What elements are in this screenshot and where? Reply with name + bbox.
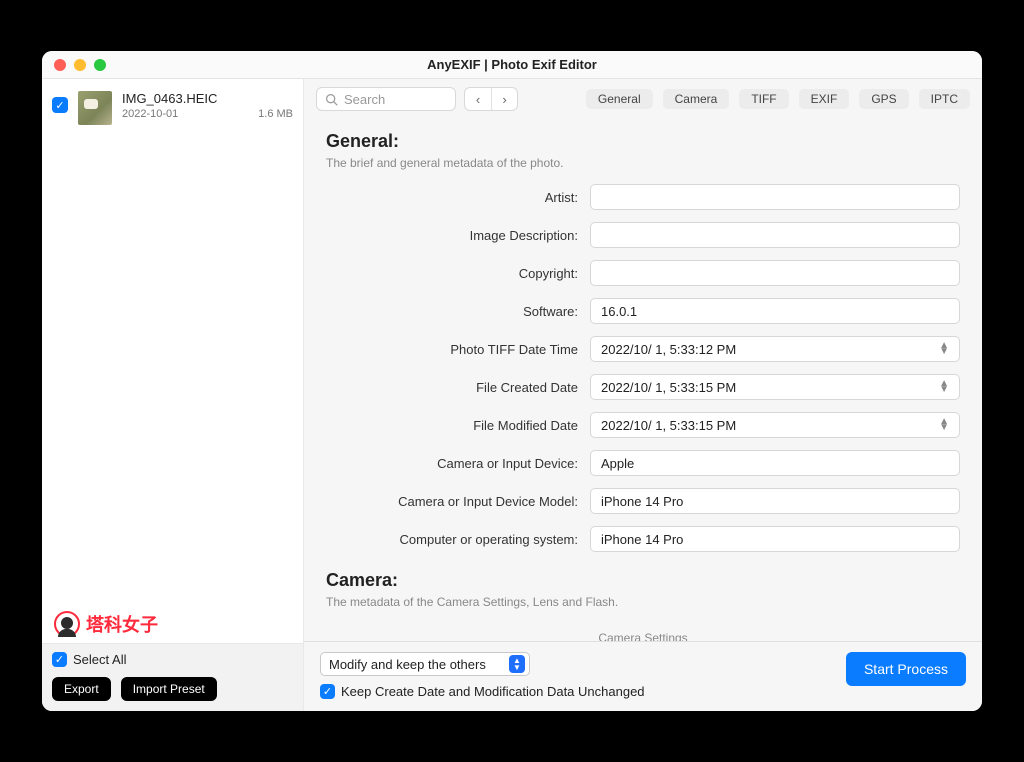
label-software: Software:: [326, 304, 578, 319]
file-thumbnail: [78, 91, 112, 125]
close-button[interactable]: [54, 59, 66, 71]
label-artist: Artist:: [326, 190, 578, 205]
minimize-button[interactable]: [74, 59, 86, 71]
nav-next-button[interactable]: ›: [491, 88, 517, 110]
camera-desc: The metadata of the Camera Settings, Len…: [326, 595, 960, 609]
input-camera-device[interactable]: Apple: [590, 450, 960, 476]
input-copyright[interactable]: [590, 260, 960, 286]
stepper-icon[interactable]: ▲▼: [939, 381, 949, 393]
toolbar: Search ‹ › General Camera TIFF EXIF GPS …: [304, 79, 982, 119]
label-tiff-date: Photo TIFF Date Time: [326, 342, 578, 357]
nav-prev-button[interactable]: ‹: [465, 88, 491, 110]
start-process-button[interactable]: Start Process: [846, 652, 966, 686]
mode-select-value: Modify and keep the others: [329, 657, 486, 672]
main-panel: Search ‹ › General Camera TIFF EXIF GPS …: [304, 79, 982, 711]
label-camera-model: Camera or Input Device Model:: [326, 494, 578, 509]
search-placeholder: Search: [344, 92, 385, 107]
nav-pair: ‹ ›: [464, 87, 518, 111]
label-created: File Created Date: [326, 380, 578, 395]
keep-dates-label: Keep Create Date and Modification Data U…: [341, 684, 645, 699]
select-all-row[interactable]: ✓ Select All: [52, 652, 293, 667]
select-all-checkbox[interactable]: ✓: [52, 652, 67, 667]
general-form: Artist: Image Description: Copyright: So…: [326, 184, 960, 552]
file-subrow: 2022-10-01 1.6 MB: [122, 108, 293, 120]
footer-left: Modify and keep the others ▲▼ ✓ Keep Cre…: [320, 652, 645, 699]
tab-gps[interactable]: GPS: [859, 89, 908, 109]
label-modified: File Modified Date: [326, 418, 578, 433]
import-preset-button[interactable]: Import Preset: [121, 677, 217, 701]
tab-general[interactable]: General: [586, 89, 653, 109]
stepper-icon[interactable]: ▲▼: [939, 343, 949, 355]
label-copyright: Copyright:: [326, 266, 578, 281]
main-footer: Modify and keep the others ▲▼ ✓ Keep Cre…: [304, 641, 982, 711]
input-tiff-date[interactable]: 2022/10/ 1, 5:33:12 PM▲▼: [590, 336, 960, 362]
titlebar: AnyEXIF | Photo Exif Editor: [42, 51, 982, 79]
watermark-avatar-icon: [54, 611, 80, 637]
window-body: ✓ IMG_0463.HEIC 2022-10-01 1.6 MB 塔科女子: [42, 79, 982, 711]
tab-iptc[interactable]: IPTC: [919, 89, 970, 109]
file-meta: IMG_0463.HEIC 2022-10-01 1.6 MB: [122, 91, 293, 120]
window-title: AnyEXIF | Photo Exif Editor: [42, 57, 982, 72]
app-window: AnyEXIF | Photo Exif Editor ✓ IMG_0463.H…: [42, 51, 982, 711]
input-camera-model[interactable]: iPhone 14 Pro: [590, 488, 960, 514]
sidebar-button-row: Export Import Preset: [52, 677, 293, 701]
sidebar-footer: ✓ Select All Export Import Preset: [42, 643, 303, 711]
search-icon: [325, 93, 338, 106]
watermark-text: 塔科女子: [86, 611, 158, 637]
general-desc: The brief and general metadata of the ph…: [326, 156, 960, 170]
general-title: General:: [326, 131, 960, 152]
export-button[interactable]: Export: [52, 677, 111, 701]
file-row[interactable]: ✓ IMG_0463.HEIC 2022-10-01 1.6 MB: [42, 85, 303, 131]
file-list: ✓ IMG_0463.HEIC 2022-10-01 1.6 MB: [42, 79, 303, 607]
file-date: 2022-10-01: [122, 108, 178, 120]
file-checkbox[interactable]: ✓: [52, 97, 68, 113]
input-os[interactable]: iPhone 14 Pro: [590, 526, 960, 552]
camera-subheading: Camera Settings: [326, 623, 960, 641]
input-modified-date[interactable]: 2022/10/ 1, 5:33:15 PM▲▼: [590, 412, 960, 438]
label-os: Computer or operating system:: [326, 532, 578, 547]
select-chevrons-icon: ▲▼: [509, 655, 525, 673]
zoom-button[interactable]: [94, 59, 106, 71]
input-artist[interactable]: [590, 184, 960, 210]
stepper-icon[interactable]: ▲▼: [939, 419, 949, 431]
watermark: 塔科女子: [42, 607, 303, 643]
search-input[interactable]: Search: [316, 87, 456, 111]
file-size: 1.6 MB: [258, 108, 293, 120]
sidebar: ✓ IMG_0463.HEIC 2022-10-01 1.6 MB 塔科女子: [42, 79, 304, 711]
input-image-description[interactable]: [590, 222, 960, 248]
traffic-lights: [54, 59, 106, 71]
tab-tiff[interactable]: TIFF: [739, 89, 788, 109]
input-created-date[interactable]: 2022/10/ 1, 5:33:15 PM▲▼: [590, 374, 960, 400]
section-camera: Camera: The metadata of the Camera Setti…: [326, 570, 960, 641]
section-tabs: General Camera TIFF EXIF GPS IPTC: [526, 89, 970, 109]
tab-camera[interactable]: Camera: [663, 89, 730, 109]
keep-dates-row[interactable]: ✓ Keep Create Date and Modification Data…: [320, 684, 645, 699]
content-scroll[interactable]: General: The brief and general metadata …: [304, 119, 982, 641]
label-image-description: Image Description:: [326, 228, 578, 243]
label-camera-device: Camera or Input Device:: [326, 456, 578, 471]
tab-exif[interactable]: EXIF: [799, 89, 850, 109]
camera-title: Camera:: [326, 570, 960, 591]
select-all-label: Select All: [73, 652, 126, 667]
file-name: IMG_0463.HEIC: [122, 91, 293, 106]
input-software[interactable]: 16.0.1: [590, 298, 960, 324]
keep-dates-checkbox[interactable]: ✓: [320, 684, 335, 699]
section-general: General: The brief and general metadata …: [326, 131, 960, 552]
mode-select[interactable]: Modify and keep the others ▲▼: [320, 652, 530, 676]
